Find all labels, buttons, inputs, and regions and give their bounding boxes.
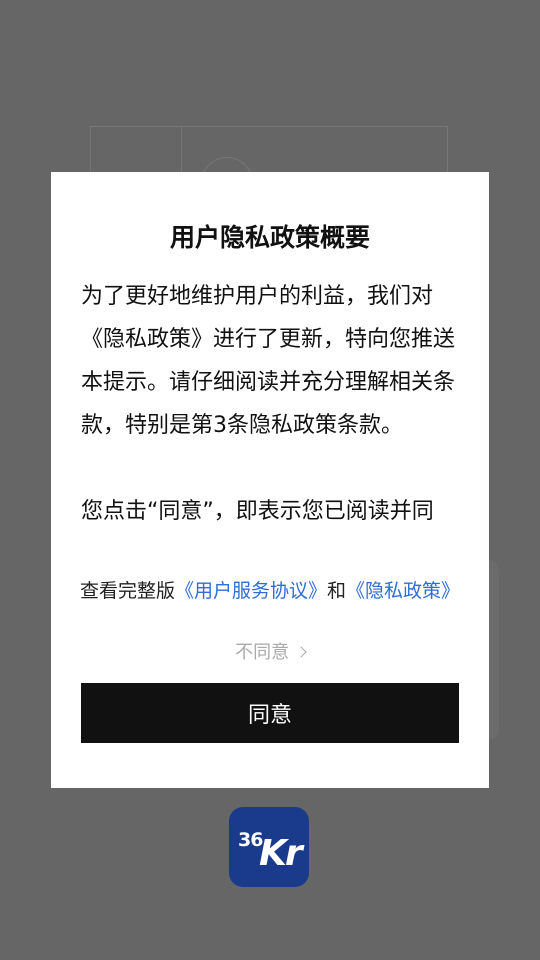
dialog-paragraph: 您点击“同意”，即表示您已阅读并同 (81, 499, 434, 524)
privacy-policy-link[interactable]: 《隐私政策》 (346, 580, 460, 602)
chevron-right-icon (295, 646, 307, 658)
disagree-button[interactable]: 不同意 (51, 638, 489, 664)
background-edge (489, 560, 499, 740)
screen: 36 Kr 用户隐私政策概要 为了更好地维护用户的利益，我们对《隐私政策》进行了… (0, 0, 540, 960)
logo-letters: Kr (259, 833, 303, 874)
dialog-paragraph: 为了更好地维护用户的利益，我们对《隐私政策》进行了更新，特向您推送本提示。请仔细… (81, 284, 456, 438)
dialog-title: 用户隐私政策概要 (169, 223, 370, 252)
agree-button[interactable]: 同意 (81, 683, 459, 743)
disagree-label: 不同意 (235, 642, 290, 663)
user-agreement-link[interactable]: 《用户服务协议》 (175, 580, 327, 602)
privacy-dialog: 用户隐私政策概要 为了更好地维护用户的利益，我们对《隐私政策》进行了更新，特向您… (51, 172, 489, 788)
app-logo: 36 Kr (229, 807, 309, 887)
policy-links-row: 查看完整版《用户服务协议》和《隐私政策》 (51, 576, 489, 603)
dialog-body-scroll[interactable]: 为了更好地维护用户的利益，我们对《隐私政策》进行了更新，特向您推送本提示。请仔细… (81, 275, 461, 547)
links-conjunction: 和 (327, 580, 347, 602)
links-prefix: 查看完整版 (79, 580, 175, 602)
